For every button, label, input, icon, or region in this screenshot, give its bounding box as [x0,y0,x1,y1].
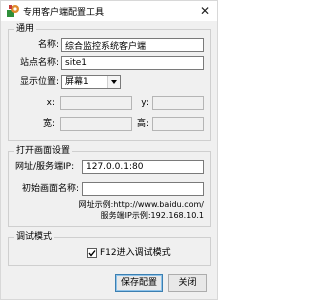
general-group: 通用 名称: 站点名称: 显示位置: 屏幕1 x: y: 宽: 高: [8,24,211,141]
general-group-title: 通用 [14,24,37,35]
url-example: 网址示例:http://www.baidu.com/ [78,200,204,209]
debug-group-title: 调试模式 [14,232,55,243]
initial-screen-input[interactable] [82,182,204,196]
display-position-select[interactable]: 屏幕1 [61,75,121,89]
site-name-input[interactable] [61,56,204,70]
url-label: 网址/服务端IP: [15,162,75,172]
url-input[interactable] [82,160,204,174]
close-icon: ✕ [199,4,211,18]
config-window: 专用客户端配置工具 ✕ 通用 名称: 站点名称: 显示位置: 屏幕1 x: y:… [0,0,218,300]
site-name-label: 站点名称: [19,58,59,68]
y-label: y: [141,98,149,108]
display-position-label: 显示位置: [19,77,59,87]
close-button[interactable]: 关闭 [168,274,207,292]
ip-example: 服务端IP示例:192.168.10.1 [100,211,204,220]
title-bar: 专用客户端配置工具 ✕ [1,1,217,21]
height-input[interactable] [152,117,204,131]
f12-debug-label: F12进入调试模式 [100,248,171,258]
y-input[interactable] [152,96,204,110]
close-window-button[interactable]: ✕ [197,3,213,19]
display-position-value: 屏幕1 [65,77,89,87]
window-title: 专用客户端配置工具 [23,8,105,18]
chevron-down-icon[interactable] [107,76,120,88]
x-input[interactable] [60,96,132,110]
initial-screen-label: 初始画面名称: [22,184,80,194]
name-label: 名称: [37,40,59,50]
debug-group: 调试模式 F12进入调试模式 [8,232,211,266]
height-label: 高: [136,119,149,129]
x-label: x: [46,98,55,108]
width-label: 宽: [42,119,55,129]
save-config-button[interactable]: 保存配置 [115,274,163,292]
checkbox-box[interactable] [87,248,97,258]
open-screen-group: 打开画面设置 网址/服务端IP: 初始画面名称: 网址示例:http://www… [8,146,211,227]
f12-debug-checkbox[interactable]: F12进入调试模式 [87,248,187,260]
name-input[interactable] [61,38,204,52]
app-icon [6,4,20,18]
width-input[interactable] [60,117,132,131]
open-screen-group-title: 打开画面设置 [14,146,73,157]
